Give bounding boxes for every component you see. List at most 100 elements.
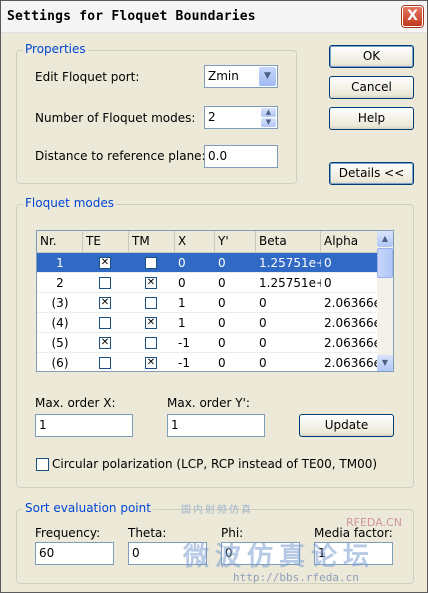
table-header: Nr. TE TM X Y' Beta Alpha: [37, 231, 378, 253]
column-header-y[interactable]: Y': [215, 231, 256, 252]
table-cell-beta[interactable]: 0: [256, 353, 321, 371]
tm-checkbox[interactable]: [145, 257, 157, 269]
tm-checkbox[interactable]: [145, 297, 157, 309]
table-cell-tm: [129, 333, 175, 353]
te-checkbox[interactable]: ✕: [99, 257, 111, 269]
table-cell-nr[interactable]: (6): [37, 353, 83, 371]
table-cell-tm: ✕: [129, 273, 175, 293]
table-cell-nr[interactable]: 2: [37, 273, 83, 293]
table-scrollbar[interactable]: ▲ ▼: [377, 231, 393, 371]
arrow-down-icon[interactable]: ▼: [261, 118, 276, 127]
tm-checkbox[interactable]: [145, 337, 157, 349]
window-title: Settings for Floquet Boundaries: [7, 9, 256, 24]
max-y-input[interactable]: 1: [167, 414, 265, 437]
table-cell-alpha[interactable]: 2.06366e-: [321, 293, 378, 313]
max-y-label: Max. order Y':: [167, 396, 250, 410]
te-checkbox[interactable]: ✕: [99, 297, 111, 309]
check-icon: ✕: [100, 257, 110, 268]
table-cell-x[interactable]: 1: [175, 293, 215, 313]
table-cell-nr[interactable]: (5): [37, 333, 83, 353]
table-cell-y[interactable]: 0: [215, 273, 256, 293]
max-x-input[interactable]: 1: [35, 414, 133, 437]
table-cell-y[interactable]: 0: [215, 333, 256, 353]
table-cell-nr[interactable]: 1: [37, 253, 83, 273]
column-header-te[interactable]: TE: [83, 231, 129, 252]
floquet-modes-table[interactable]: Nr. TE TM X Y' Beta Alpha 1 ✕ 0 0 1.25751e+ 0…: [36, 230, 394, 372]
table-cell-tm: [129, 253, 175, 273]
table-cell-alpha[interactable]: 2.06366e-: [321, 313, 378, 333]
column-header-beta[interactable]: Beta: [256, 231, 321, 252]
ok-button[interactable]: OK: [329, 45, 414, 68]
modes-label: Number of Floquet modes:: [35, 111, 196, 125]
table-cell-nr[interactable]: (3): [37, 293, 83, 313]
table-row[interactable]: 1 ✕ 0 0 1.25751e+ 0: [37, 253, 378, 273]
max-x-label: Max. order X:: [35, 396, 116, 410]
table-cell-y[interactable]: 0: [215, 313, 256, 333]
table-cell-alpha[interactable]: 2.06366e-: [321, 333, 378, 353]
table-cell-alpha[interactable]: 2.06366e-: [321, 353, 378, 371]
table-cell-beta[interactable]: 1.25751e+: [256, 273, 321, 293]
column-header-alpha[interactable]: Alpha: [321, 231, 378, 252]
table-cell-beta[interactable]: 0: [256, 313, 321, 333]
arrow-down-icon[interactable]: ▼: [377, 355, 393, 371]
arrow-up-icon[interactable]: ▲: [261, 108, 276, 117]
table-cell-y[interactable]: 0: [215, 293, 256, 313]
distance-label: Distance to reference plane:: [35, 149, 206, 163]
te-checkbox[interactable]: [99, 357, 111, 369]
table-row[interactable]: 2 ✕ 0 0 1.25751e+ 0: [37, 273, 378, 293]
table-cell-nr[interactable]: (4): [37, 313, 83, 333]
column-header-nr[interactable]: Nr.: [37, 231, 83, 252]
table-row[interactable]: (6)✕-1002.06366e-: [37, 353, 379, 371]
table-row[interactable]: (3)✕1002.06366e-: [37, 293, 378, 313]
table-cell-x[interactable]: 0: [175, 253, 215, 273]
table-cell-beta[interactable]: 1.25751e+: [256, 253, 321, 273]
te-checkbox[interactable]: ✕: [99, 337, 111, 349]
table-cell-beta[interactable]: 0: [256, 293, 321, 313]
properties-title: Properties: [23, 42, 88, 56]
table-cell-x[interactable]: -1: [175, 353, 215, 371]
theta-label: Theta:: [128, 526, 167, 540]
table-cell-tm: ✕: [129, 313, 175, 333]
frequency-label: Frequency:: [35, 526, 101, 540]
check-icon: ✕: [146, 317, 156, 328]
check-icon: ✕: [100, 297, 110, 308]
column-header-x[interactable]: X: [175, 231, 215, 252]
distance-input[interactable]: 0.0: [204, 145, 278, 168]
column-header-tm[interactable]: TM: [129, 231, 175, 252]
table-cell-beta[interactable]: 0: [256, 333, 321, 353]
table-cell-te: ✕: [83, 333, 129, 353]
frequency-input[interactable]: 60: [35, 542, 114, 565]
circular-polarization-checkbox[interactable]: [36, 458, 49, 471]
te-checkbox[interactable]: [99, 277, 111, 289]
table-cell-y[interactable]: 0: [215, 253, 256, 273]
table-row[interactable]: (4)✕1002.06366e-: [37, 313, 378, 333]
chevron-down-icon[interactable]: ▼: [259, 67, 276, 86]
table-row[interactable]: (5)✕-1002.06366e-: [37, 333, 378, 353]
table-cell-x[interactable]: 0: [175, 273, 215, 293]
tm-checkbox[interactable]: ✕: [145, 357, 157, 369]
close-icon[interactable]: X: [402, 6, 423, 27]
check-icon: ✕: [146, 277, 156, 288]
scrollbar-thumb[interactable]: [377, 248, 393, 278]
table-cell-alpha[interactable]: 0: [321, 273, 378, 293]
help-button[interactable]: Help: [329, 107, 414, 130]
port-select[interactable]: Zmin ▼: [204, 65, 278, 88]
arrow-up-icon[interactable]: ▲: [377, 231, 393, 247]
table-cell-x[interactable]: -1: [175, 333, 215, 353]
port-label: Edit Floquet port:: [35, 70, 140, 84]
sort-evaluation-title: Sort evaluation point: [23, 501, 153, 515]
check-icon: ✕: [100, 337, 110, 348]
te-checkbox[interactable]: [99, 317, 111, 329]
table-cell-y[interactable]: 0: [215, 353, 256, 371]
table-cell-x[interactable]: 1: [175, 313, 215, 333]
table-cell-alpha[interactable]: 0: [321, 253, 378, 273]
update-button[interactable]: Update: [299, 414, 394, 437]
cancel-button[interactable]: Cancel: [329, 76, 414, 99]
details-button[interactable]: Details <<: [329, 162, 414, 185]
modes-spinbox[interactable]: 2 ▲ ▼: [204, 106, 278, 129]
modes-spinbox-value: 2: [208, 110, 216, 124]
tm-checkbox[interactable]: ✕: [145, 317, 157, 329]
table-cell-te: [83, 273, 129, 293]
table-cell-te: [83, 313, 129, 333]
tm-checkbox[interactable]: ✕: [145, 277, 157, 289]
